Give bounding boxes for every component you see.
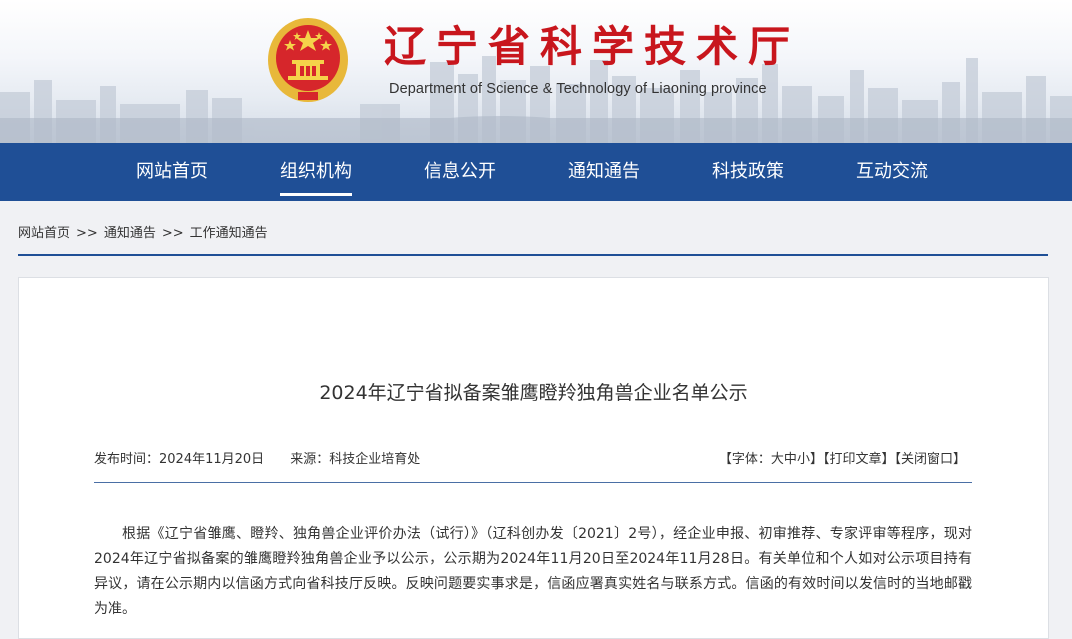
article-source: 科技企业培育处 xyxy=(329,452,421,467)
article-title: 2024年辽宁省拟备案雏鹰瞪羚独角兽企业名单公示 xyxy=(319,382,748,404)
main-nav: 网站首页 组织机构 信息公开 通知通告 科技政策 互动交流 xyxy=(0,143,1072,201)
article-panel: 2024年辽宁省拟备案雏鹰瞪羚独角兽企业名单公示 发布时间：2024年11月20… xyxy=(18,277,1049,639)
breadcrumb-separator: >> xyxy=(76,226,98,241)
article-body: 根据《辽宁省雏鹰、瞪羚、独角兽企业评价办法（试行）》（辽科创办发〔2021〕2号… xyxy=(94,526,972,617)
nav-item-interaction[interactable]: 互动交流 xyxy=(856,143,928,201)
breadcrumb-notices[interactable]: 通知通告 xyxy=(104,226,156,241)
font-size-medium-button[interactable]: 中 xyxy=(784,452,797,467)
publish-date: 2024年11月20日 xyxy=(159,452,265,467)
article-meta: 发布时间：2024年11月20日 来源：科技企业培育处 xyxy=(94,448,420,467)
national-emblem-icon xyxy=(268,18,348,102)
print-article-button[interactable]: 【打印文章】 xyxy=(823,452,895,467)
header-banner: 辽宁省科学技术厅 Department of Science & Technol… xyxy=(0,0,1072,143)
publish-date-label: 发布时间： xyxy=(94,452,160,467)
source-label: 来源： xyxy=(290,452,330,467)
breadcrumb-home[interactable]: 网站首页 xyxy=(18,226,70,241)
breadcrumb-work-notices[interactable]: 工作通知通告 xyxy=(190,226,268,241)
article-tools: 【字体：大中小】【打印文章】【关闭窗口】 xyxy=(719,448,966,467)
nav-item-home[interactable]: 网站首页 xyxy=(136,143,208,201)
font-size-bracket: 】 xyxy=(809,452,823,467)
site-subtitle: Department of Science & Technology of Li… xyxy=(389,81,767,97)
nav-item-information-disclosure[interactable]: 信息公开 xyxy=(424,143,496,201)
site-title: 辽宁省科学技术厅 xyxy=(384,22,801,71)
article-meta-divider xyxy=(94,482,972,483)
font-size-large-button[interactable]: 大 xyxy=(771,452,784,467)
nav-item-policies[interactable]: 科技政策 xyxy=(712,143,784,201)
nav-item-organization[interactable]: 组织机构 xyxy=(280,143,352,201)
close-window-button[interactable]: 【关闭窗口】 xyxy=(894,452,966,467)
breadcrumb-separator: >> xyxy=(161,226,184,241)
font-size-label: 【字体： xyxy=(718,452,771,467)
nav-item-notices[interactable]: 通知通告 xyxy=(568,143,640,201)
breadcrumb: 网站首页 >> 通知通告 >> 工作通知通告 xyxy=(18,222,268,241)
breadcrumb-divider xyxy=(18,254,1048,256)
font-size-small-button[interactable]: 小 xyxy=(797,452,810,467)
